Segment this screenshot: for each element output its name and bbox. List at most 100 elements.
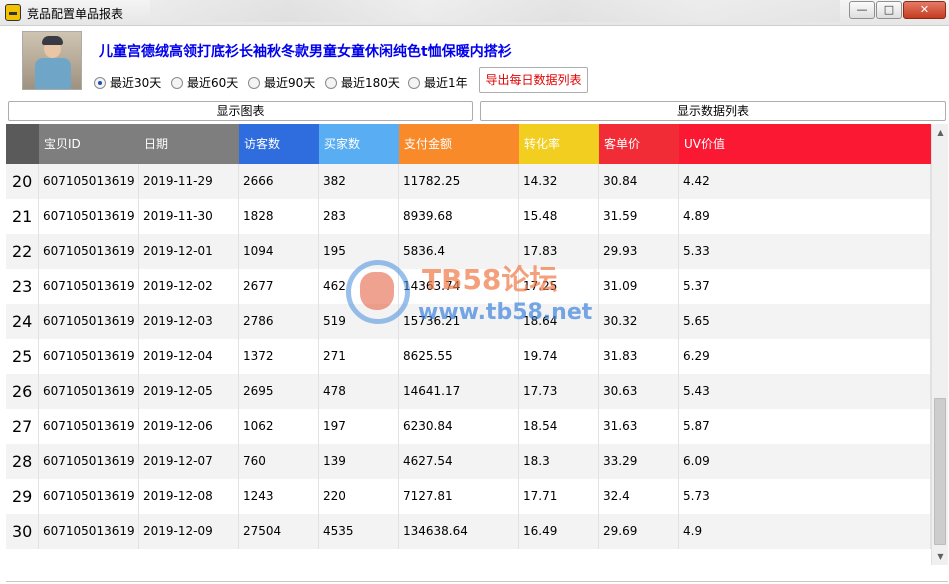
- column-header-visitors[interactable]: 访客数: [239, 124, 319, 164]
- cell-avg-order-value: 31.83: [599, 339, 679, 374]
- cell-date: 2019-12-08: [139, 479, 239, 514]
- show-data-list-button[interactable]: 显示数据列表: [480, 101, 946, 121]
- cell-avg-order-value: 32.4: [599, 479, 679, 514]
- radio-label: 最近60天: [187, 76, 239, 90]
- cell-date: 2019-12-01: [139, 234, 239, 269]
- radio-last-30-days[interactable]: 最近30天: [94, 74, 161, 90]
- table-row[interactable]: 26 607105013619 2019-12-05 2695 478 14641.17 1…: [6, 374, 931, 409]
- cell-conversion-rate: 18.54: [519, 409, 599, 444]
- cell-item-id: 607105013619: [39, 409, 139, 444]
- table-row[interactable]: 24 607105013619 2019-12-03 2786 519 15736.21 1…: [6, 304, 931, 339]
- table-row[interactable]: 20 607105013619 2019-11-29 2666 382 11782.25 1…: [6, 164, 931, 199]
- cell-payment-amount: 15736.21: [399, 304, 519, 339]
- table-row[interactable]: 23 607105013619 2019-12-02 2677 462 14363.74 1…: [6, 269, 931, 304]
- cell-payment-amount: 8939.68: [399, 199, 519, 234]
- column-header-row-number[interactable]: [6, 124, 39, 164]
- cell-row-number: 25: [6, 339, 39, 374]
- cell-visitors: 2786: [239, 304, 319, 339]
- cell-avg-order-value: 31.59: [599, 199, 679, 234]
- table-row[interactable]: 30 607105013619 2019-12-09 27504 4535 134638.…: [6, 514, 931, 549]
- window-title: 竞品配置单品报表: [27, 7, 124, 21]
- window-bottom-border: [6, 581, 948, 582]
- cell-conversion-rate: 17.83: [519, 234, 599, 269]
- cell-row-number: 30: [6, 514, 39, 549]
- cell-date: 2019-12-04: [139, 339, 239, 374]
- cell-visitors: 2695: [239, 374, 319, 409]
- column-header-date[interactable]: 日期: [139, 124, 239, 164]
- table-row[interactable]: 25 607105013619 2019-12-04 1372 271 8625.55 19…: [6, 339, 931, 374]
- cell-visitors: 1243: [239, 479, 319, 514]
- cell-item-id: 607105013619: [39, 304, 139, 339]
- cell-uv-value: 4.89: [679, 199, 931, 234]
- grid-empty-area: [6, 550, 931, 582]
- radio-label: 最近180天: [341, 76, 400, 90]
- cell-visitors: 2666: [239, 164, 319, 199]
- cell-conversion-rate: 15.48: [519, 199, 599, 234]
- column-header-conversion-rate[interactable]: 转化率: [519, 124, 599, 164]
- cell-item-id: 607105013619: [39, 479, 139, 514]
- cell-row-number: 26: [6, 374, 39, 409]
- cell-buyers: 271: [319, 339, 399, 374]
- column-header-avg-order-value[interactable]: 客单价: [599, 124, 679, 164]
- cell-payment-amount: 11782.25: [399, 164, 519, 199]
- cell-item-id: 607105013619: [39, 234, 139, 269]
- close-icon[interactable]: ✕: [903, 1, 946, 19]
- cell-date: 2019-12-09: [139, 514, 239, 549]
- cell-buyers: 197: [319, 409, 399, 444]
- show-chart-button[interactable]: 显示图表: [8, 101, 473, 121]
- cell-payment-amount: 7127.81: [399, 479, 519, 514]
- cell-payment-amount: 8625.55: [399, 339, 519, 374]
- radio-last-180-days[interactable]: 最近180天: [325, 74, 400, 90]
- scrollbar-thumb[interactable]: [934, 398, 946, 545]
- cell-item-id: 607105013619: [39, 339, 139, 374]
- cell-date: 2019-12-07: [139, 444, 239, 479]
- table-row[interactable]: 28 607105013619 2019-12-07 760 139 4627.54 18.…: [6, 444, 931, 479]
- radio-last-1-year[interactable]: 最近1年: [408, 74, 468, 90]
- table-row[interactable]: 22 607105013619 2019-12-01 1094 195 5836.4 17.…: [6, 234, 931, 269]
- cell-payment-amount: 14641.17: [399, 374, 519, 409]
- cell-date: 2019-12-02: [139, 269, 239, 304]
- radio-last-90-days[interactable]: 最近90天: [248, 74, 315, 90]
- cell-item-id: 607105013619: [39, 164, 139, 199]
- cell-visitors: 760: [239, 444, 319, 479]
- column-header-uv-value[interactable]: UV价值: [679, 124, 931, 164]
- column-header-payment-amount[interactable]: 支付金额: [399, 124, 519, 164]
- cell-conversion-rate: 17.71: [519, 479, 599, 514]
- cell-avg-order-value: 30.84: [599, 164, 679, 199]
- cell-buyers: 462: [319, 269, 399, 304]
- column-header-item-id[interactable]: 宝贝ID: [39, 124, 139, 164]
- cell-date: 2019-12-03: [139, 304, 239, 339]
- scroll-up-icon[interactable]: ▲: [932, 124, 949, 141]
- cell-row-number: 21: [6, 199, 39, 234]
- cell-buyers: 382: [319, 164, 399, 199]
- product-thumbnail: [22, 31, 82, 90]
- cell-row-number: 27: [6, 409, 39, 444]
- grid-header: 宝贝ID 日期 访客数 买家数 支付金额 转化率 客单价 UV价值: [6, 124, 931, 164]
- cell-buyers: 283: [319, 199, 399, 234]
- cell-buyers: 478: [319, 374, 399, 409]
- export-daily-data-button[interactable]: 导出每日数据列表: [479, 67, 588, 93]
- maximize-icon[interactable]: □: [876, 1, 902, 19]
- radio-last-60-days[interactable]: 最近60天: [171, 74, 238, 90]
- table-row[interactable]: 21 607105013619 2019-11-30 1828 283 8939.68 15…: [6, 199, 931, 234]
- cell-item-id: 607105013619: [39, 374, 139, 409]
- cell-visitors: 1094: [239, 234, 319, 269]
- cell-payment-amount: 14363.74: [399, 269, 519, 304]
- minimize-icon[interactable]: —: [849, 1, 875, 19]
- scroll-down-icon[interactable]: ▼: [932, 548, 949, 565]
- table-row[interactable]: 27 607105013619 2019-12-06 1062 197 6230.84 18…: [6, 409, 931, 444]
- cell-avg-order-value: 31.63: [599, 409, 679, 444]
- cell-uv-value: 5.65: [679, 304, 931, 339]
- vertical-scrollbar[interactable]: ▲ ▼: [931, 124, 948, 565]
- radio-unselected-icon: [408, 77, 420, 89]
- cell-visitors: 27504: [239, 514, 319, 549]
- table-row[interactable]: 29 607105013619 2019-12-08 1243 220 7127.81 17…: [6, 479, 931, 514]
- cell-uv-value: 6.29: [679, 339, 931, 374]
- cell-avg-order-value: 29.69: [599, 514, 679, 549]
- column-header-buyers[interactable]: 买家数: [319, 124, 399, 164]
- cell-buyers: 195: [319, 234, 399, 269]
- cell-buyers: 220: [319, 479, 399, 514]
- cell-row-number: 28: [6, 444, 39, 479]
- cell-date: 2019-12-05: [139, 374, 239, 409]
- cell-conversion-rate: 17.73: [519, 374, 599, 409]
